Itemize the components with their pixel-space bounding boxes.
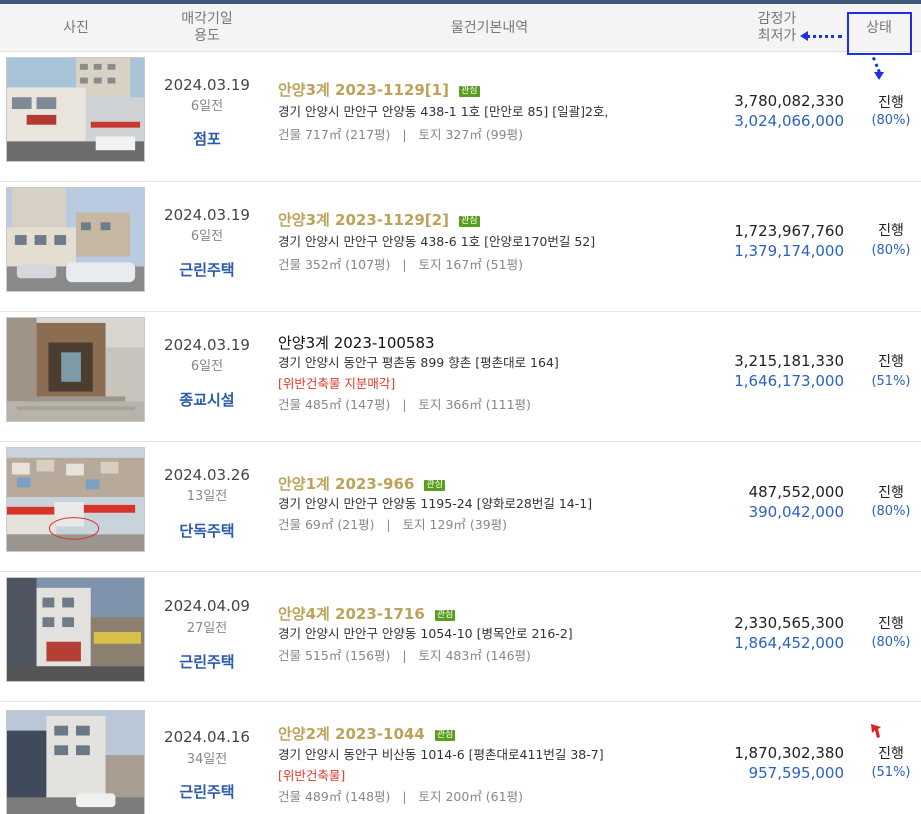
usage-type: 근린주택 [179,783,235,801]
interest-badge[interactable]: 관심 [434,730,456,741]
status-text: 진행 [878,485,904,501]
case-number-link[interactable]: 안양4계 2023-1716 [278,605,425,623]
arrow-head-left-icon [800,31,808,41]
sale-date: 2024.03.19 [164,336,250,354]
case-number-link[interactable]: 안양1계 2023-966 [278,475,414,493]
appraisal-price: 3,780,082,330 [734,92,844,110]
days-ago: 6일전 [190,99,224,114]
address: 경기 안양시 동안구 평촌동 899 향촌 [평촌대로 164] [278,355,559,370]
interest-badge[interactable]: 관심 [434,610,456,621]
property-photo[interactable] [6,57,145,162]
sale-date: 2024.04.16 [164,728,250,746]
table-row[interactable]: 2024.03.26 13일전 단독주택 안양1계 2023-966 관심 경기 … [0,442,921,572]
status-percent: (80%) [871,504,911,519]
status-percent: (80%) [871,243,911,258]
case-number-link[interactable]: 안양3계 2023-100583 [278,334,435,352]
header-price[interactable]: 감정가 최저가 [712,4,842,52]
status-percent: (80%) [871,113,911,128]
minimum-price: 1,864,452,000 [734,634,844,652]
status-percent: (51%) [871,765,911,780]
appraisal-price: 1,723,967,760 [734,222,844,240]
appraisal-price: 2,330,565,300 [734,614,844,632]
minimum-price: 3,024,066,000 [734,112,844,130]
days-ago: 27일전 [186,621,228,636]
header-photo: 사진 [63,19,89,36]
area-info: 건물 485㎡ (147평) | 토지 366㎡ (111평) [278,397,531,412]
case-title[interactable]: 안양4계 2023-1716 관심 [278,603,456,624]
area-info: 건물 717㎡ (217평) | 토지 327㎡ (99평) [278,127,523,142]
usage-type: 근린주택 [179,653,235,671]
minimum-price: 1,379,174,000 [734,242,844,260]
sale-date: 2024.03.19 [164,76,250,94]
status-text: 진행 [878,95,904,111]
address: 경기 안양시 만안구 안양동 438-1 1호 [만안로 85] [일괄]2호, [278,104,609,119]
days-ago: 6일전 [190,229,224,244]
case-title[interactable]: 안양1계 2023-966 관심 [278,473,445,494]
table-row[interactable]: 2024.04.16 34일전 근린주택 안양2계 2023-1044 관심 경기… [0,702,921,814]
property-photo[interactable] [6,577,145,682]
days-ago: 34일전 [186,752,228,767]
case-number-link[interactable]: 안양3계 2023-1129[2] [278,211,449,229]
appraisal-price: 3,215,181,330 [734,352,844,370]
minimum-price: 390,042,000 [748,503,844,521]
status-text: 진행 [878,354,904,370]
address: 경기 안양시 만안구 안양동 438-6 1호 [안양로170번길 52] [278,234,596,249]
address: 경기 안양시 만안구 안양동 1195-24 [양화로28번길 14-1] [278,496,593,511]
table-row[interactable]: 2024.04.09 27일전 근린주택 안양4계 2023-1716 관심 경기… [0,572,921,702]
case-number-link[interactable]: 안양2계 2023-1044 [278,725,425,743]
sale-date: 2024.03.19 [164,206,250,224]
case-title[interactable]: 안양3계 2023-1129[2] 관심 [278,209,480,230]
area-info: 건물 352㎡ (107평) | 토지 167㎡ (51평) [278,257,523,272]
header-sale-date[interactable]: 매각기일 용도 [152,4,262,52]
table-row[interactable]: 2024.03.19 6일전 종교시설 안양3계 2023-100583 경기 … [0,312,921,442]
minimum-price: 1,646,173,000 [734,372,844,390]
status-highlight-box [847,12,912,55]
area-info: 건물 489㎡ (148평) | 토지 200㎡ (61평) [278,789,523,804]
header-info: 물건기본내역 [450,19,529,36]
status-text: 진행 [878,746,904,762]
status-text: 진행 [878,616,904,632]
sale-date: 2024.04.09 [164,597,250,615]
status-text: 진행 [878,223,904,239]
status-percent: (51%) [871,374,911,389]
interest-badge[interactable]: 관심 [458,86,480,97]
usage-type: 점포 [193,130,221,148]
address: 경기 안양시 동안구 비산동 1014-6 [평촌대로411번길 38-7] [278,747,604,762]
appraisal-price: 487,552,000 [748,483,844,501]
dotted-arrow-left [806,35,842,38]
usage-type: 종교시설 [179,391,235,409]
property-photo[interactable] [6,317,145,422]
usage-type: 단독주택 [179,522,235,540]
warning-notice: [위반건축물] [278,768,346,783]
area-info: 건물 515㎡ (156평) | 토지 483㎡ (146평) [278,648,531,663]
case-title[interactable]: 안양3계 2023-100583 [278,332,435,353]
usage-type: 근린주택 [179,261,235,279]
interest-badge[interactable]: 관심 [458,216,480,227]
minimum-price: 957,595,000 [748,764,844,782]
property-photo[interactable] [6,710,145,814]
sale-date: 2024.03.26 [164,466,250,484]
interest-badge[interactable]: 관심 [424,480,445,491]
days-ago: 13일전 [186,489,228,504]
property-photo[interactable] [6,187,145,292]
case-number-link[interactable]: 안양3계 2023-1129[1] [278,81,449,99]
warning-notice: [위반건축물 지분매각] [278,376,396,391]
appraisal-price: 1,870,302,380 [734,744,844,762]
area-info: 건물 69㎡ (21평) | 토지 129㎡ (39평) [278,517,508,532]
case-title[interactable]: 안양2계 2023-1044 관심 [278,723,456,744]
status-percent: (80%) [871,635,911,650]
table-header: 사진 매각기일 용도 물건기본내역 감정가 최저가 상태 [0,4,921,52]
address: 경기 안양시 만안구 안양동 1054-10 [병목안로 216-2] [278,626,573,641]
case-title[interactable]: 안양3계 2023-1129[1] 관심 [278,79,480,100]
table-row[interactable]: 2024.03.19 6일전 점포 안양3계 2023-1129[1] 관심 경기… [0,52,921,182]
property-photo[interactable] [6,447,145,552]
table-row[interactable]: 2024.03.19 6일전 근린주택 안양3계 2023-1129[2] 관심 … [0,182,921,312]
days-ago: 6일전 [190,359,224,374]
